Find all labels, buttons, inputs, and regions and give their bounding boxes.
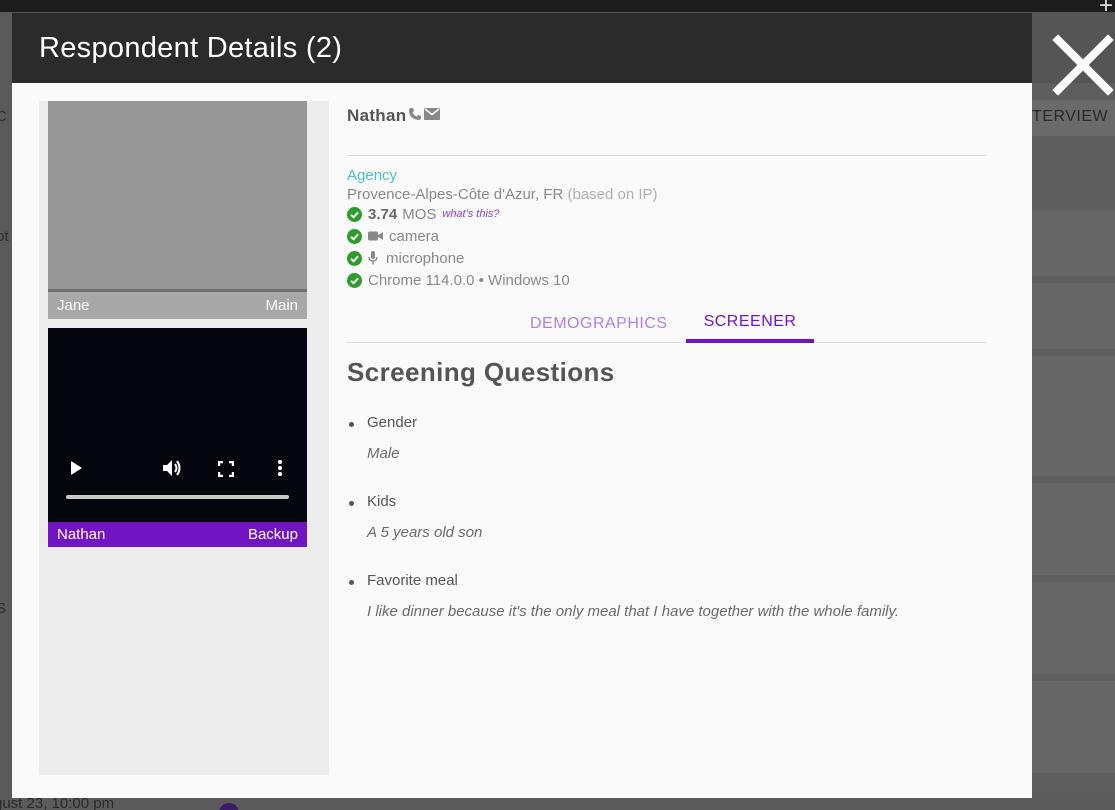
list-item: Kids A 5 years old son — [347, 493, 987, 544]
background-fragment: ot — [0, 228, 9, 245]
location-text: Provence-Alpes-Côte d'Azur, FR — [347, 186, 564, 203]
more-vert-icon[interactable] — [277, 459, 283, 477]
question-answer: Male — [367, 445, 400, 462]
fullscreen-icon[interactable] — [218, 461, 234, 477]
check-icon — [347, 272, 362, 288]
video-screen-main — [48, 101, 307, 292]
screening-questions-title: Screening Questions — [347, 357, 615, 387]
tab-demographics[interactable]: DEMOGRAPHICS — [512, 305, 686, 342]
tab-screener[interactable]: SCREENER — [685, 305, 815, 343]
close-icon — [1052, 34, 1114, 96]
camera-label: camera — [389, 227, 440, 245]
screening-questions-list: Gender Male Kids A 5 years old son Favor… — [347, 414, 987, 623]
play-icon[interactable] — [69, 460, 83, 476]
video-participant-name: Nathan — [57, 526, 106, 543]
check-icon — [347, 250, 362, 266]
background-add-icon: + — [1098, 0, 1113, 19]
background-row — [1032, 356, 1115, 476]
phone-icon[interactable] — [408, 107, 422, 126]
mos-help-link[interactable]: what's this? — [442, 208, 499, 220]
question-label: Favorite meal — [367, 572, 458, 589]
microphone-row: microphone — [347, 247, 987, 269]
background-row — [1032, 681, 1115, 773]
video-role: Main — [265, 297, 298, 314]
video-label-backup: Nathan Backup — [48, 522, 307, 547]
check-icon — [347, 228, 362, 244]
video-participant-name: Jane — [57, 297, 90, 314]
background-row — [1032, 210, 1115, 276]
video-tile-main[interactable]: Jane Main — [48, 101, 307, 319]
browser-row: Chrome 114.0.0 • Windows 10 — [347, 269, 987, 291]
question-answer: A 5 years old son — [367, 524, 483, 541]
list-item: Gender Male — [347, 414, 987, 465]
background-fragment: S — [0, 600, 7, 617]
modal-header: Respondent Details (2) — [12, 13, 1032, 83]
browser-label: Chrome 114.0.0 • Windows 10 — [368, 271, 570, 289]
video-player — [48, 328, 307, 522]
respondent-name: Nathan — [347, 106, 407, 125]
video-role: Backup — [247, 526, 298, 543]
background-fragment: C — [0, 108, 7, 125]
video-progress-bar[interactable] — [66, 495, 289, 499]
check-icon — [347, 206, 362, 222]
respondent-name-row: Nathan — [347, 101, 987, 131]
background-row — [1032, 483, 1115, 575]
close-button[interactable] — [1050, 32, 1115, 98]
question-label: Gender — [367, 414, 418, 431]
mos-row: 3.74 MOS what's this? — [347, 203, 987, 225]
respondent-details-modal: Respondent Details (2) Jane Main Nathan … — [12, 13, 1032, 798]
camera-icon — [368, 231, 383, 241]
background-row — [1032, 283, 1115, 349]
email-icon[interactable] — [424, 107, 441, 125]
respondent-details: Nathan Agency Provence-Alpes-Côte d'Azur… — [347, 101, 987, 651]
question-answer: I like dinner because it's the only meal… — [367, 603, 900, 620]
background-row — [1032, 582, 1115, 674]
video-label-main: Jane Main — [48, 292, 307, 319]
microphone-icon — [368, 251, 378, 265]
video-tile-backup[interactable]: Nathan Backup — [48, 328, 307, 547]
mos-label: MOS — [402, 205, 437, 223]
divider — [347, 155, 987, 156]
question-label: Kids — [367, 493, 397, 510]
camera-row: camera — [347, 225, 987, 247]
agency-link[interactable]: Agency — [347, 167, 987, 184]
microphone-label: microphone — [386, 249, 465, 267]
volume-icon[interactable] — [162, 459, 182, 477]
background-interview-header: TERVIEW — [1032, 108, 1109, 125]
video-column: Jane Main Nathan Backup — [39, 101, 329, 775]
location: Provence-Alpes-Côte d'Azur, FR (based on… — [347, 186, 987, 203]
background-topbar — [0, 0, 1115, 12]
background-bottom-row — [0, 798, 1115, 810]
modal-title: Respondent Details (2) — [39, 31, 343, 64]
details-tabs: DEMOGRAPHICS SCREENER — [347, 305, 987, 343]
mos-value: 3.74 — [368, 205, 398, 223]
location-note: (based on IP) — [567, 186, 658, 203]
list-item: Favorite meal I like dinner because it's… — [347, 572, 987, 623]
